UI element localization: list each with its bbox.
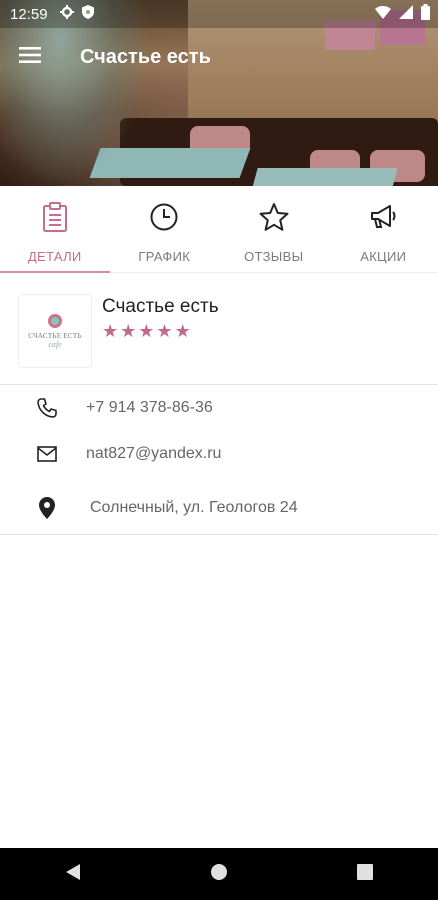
email-row[interactable]: nat827@yandex.ru [0,432,438,476]
place-logo: СЧАСТЬЕ ЕСТЬ cafe [18,294,92,368]
logo-mark [48,313,62,328]
clock-icon [149,202,179,237]
star-icon: ★ [156,321,173,341]
tab-bar: ДЕТАЛИ ГРАФИК ОТЗЫВЫ АКЦИИ [0,186,438,273]
star-icon: ★ [174,321,191,341]
rating-stars: ★ ★ ★ ★ ★ [102,322,191,340]
menu-button[interactable] [0,28,60,86]
address-value: Солнечный, ул. Геологов 24 [90,499,298,516]
gear-icon [59,4,74,24]
system-nav-bar [0,848,438,900]
home-button[interactable] [189,848,249,900]
status-time: 12:59 [10,5,48,23]
app-bar: Счастье есть [0,28,438,86]
tab-label: ДЕТАЛИ [27,249,82,264]
star-icon: ★ [138,321,155,341]
mail-icon [30,446,64,462]
back-triangle-icon [65,863,81,886]
tab-label: ГРАФИК [138,249,191,264]
star-icon: ★ [120,321,137,341]
location-pin-icon [30,496,64,520]
clipboard-icon [42,202,68,237]
phone-value: +7 914 378-86-36 [86,399,213,416]
place-name: Счастье есть [102,296,219,317]
back-button[interactable] [43,848,103,900]
place-info: СЧАСТЬЕ ЕСТЬ cafe Счастье есть ★ ★ ★ ★ ★ [0,288,438,385]
phone-row[interactable]: +7 914 378-86-36 [0,386,438,430]
tab-schedule[interactable]: ГРАФИК [110,186,220,272]
page-title: Счастье есть [80,45,211,68]
recents-button[interactable] [335,848,395,900]
star-icon: ★ [102,321,119,341]
tab-details[interactable]: ДЕТАЛИ [0,186,110,273]
wifi-icon [375,5,391,24]
signal-icon [399,5,413,24]
megaphone-icon [368,202,398,237]
status-bar: 12:59 [0,0,438,28]
tab-label: ОТЗЫВЫ [244,249,304,264]
recents-square-icon [357,863,373,885]
phone-icon [30,398,64,418]
logo-text: СЧАСТЬЕ ЕСТЬ [28,331,82,340]
tab-label: АКЦИИ [360,249,407,264]
battery-icon [421,4,430,25]
contacts-list: +7 914 378-86-36 nat827@yandex.ru Солнеч… [0,384,438,535]
logo-subtext: cafe [48,339,62,349]
star-outline-icon [259,202,289,237]
email-value: nat827@yandex.ru [86,445,222,462]
tab-reviews[interactable]: ОТЗЫВЫ [219,186,329,272]
tab-promotions[interactable]: АКЦИИ [329,186,438,272]
hamburger-icon [19,46,41,68]
shield-icon [81,4,94,24]
address-row[interactable]: Солнечный, ул. Геологов 24 [0,486,438,530]
home-circle-icon [210,863,228,886]
